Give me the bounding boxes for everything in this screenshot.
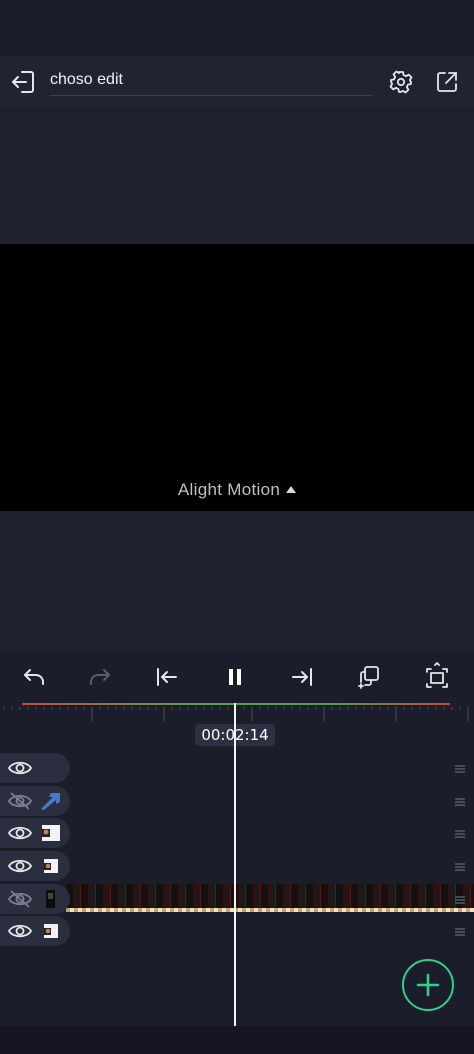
fit-frame-button[interactable] xyxy=(421,661,453,693)
watermark-text: Alight Motion xyxy=(177,480,281,499)
undo-button[interactable] xyxy=(18,661,50,693)
drag-handle-icon[interactable] xyxy=(454,895,466,905)
layer-row[interactable] xyxy=(0,916,70,946)
triangle-up-icon xyxy=(286,486,297,493)
duplicate-button[interactable] xyxy=(353,661,385,693)
share-button[interactable] xyxy=(432,67,462,97)
navigation-bar-area xyxy=(0,1026,474,1054)
image-thumbnail-icon xyxy=(44,859,58,873)
status-bar-area xyxy=(0,0,474,56)
preview-padding-bottom xyxy=(0,511,474,651)
eye-icon[interactable] xyxy=(8,857,32,875)
layer-row[interactable] xyxy=(0,851,70,881)
exit-button[interactable] xyxy=(8,67,38,97)
eye-icon[interactable] xyxy=(8,759,32,777)
drag-handle-icon[interactable] xyxy=(454,829,466,839)
timeline-ruler[interactable] xyxy=(0,703,474,723)
layer-row[interactable] xyxy=(0,753,70,783)
layer-row[interactable] xyxy=(0,884,70,914)
arrow-shape-thumbnail-icon xyxy=(41,793,60,810)
settings-button[interactable] xyxy=(386,67,416,97)
duplicate-icon xyxy=(358,666,379,689)
fit-frame-icon xyxy=(426,662,448,688)
pause-icon xyxy=(229,669,241,685)
drag-handle-icon[interactable] xyxy=(454,927,466,937)
redo-icon xyxy=(90,669,110,685)
redo-button[interactable] xyxy=(84,661,116,693)
preview-canvas[interactable]: Alight Motion xyxy=(0,244,474,511)
eye-icon[interactable] xyxy=(8,824,32,842)
eye-hidden-icon[interactable] xyxy=(8,890,32,908)
eye-icon[interactable] xyxy=(8,922,32,940)
project-title-field[interactable]: choso edit xyxy=(50,66,372,96)
layer-row[interactable] xyxy=(0,818,70,848)
playhead[interactable] xyxy=(234,703,236,1026)
playback-toolbar xyxy=(0,651,474,703)
plus-icon xyxy=(416,973,440,997)
skip-to-start-button[interactable] xyxy=(151,661,183,693)
image-thumbnail-icon xyxy=(44,924,58,938)
video-thumbnail-icon xyxy=(46,890,55,908)
gear-icon xyxy=(389,70,413,94)
skip-to-start-icon xyxy=(157,668,177,686)
watermark[interactable]: Alight Motion xyxy=(0,480,474,500)
share-export-icon xyxy=(437,72,457,92)
eye-hidden-icon[interactable] xyxy=(8,792,32,810)
video-clip-strip[interactable] xyxy=(66,884,474,912)
app-root: choso edit Alight Motion xyxy=(0,0,474,1054)
project-header: choso edit xyxy=(0,56,474,106)
layer-row[interactable] xyxy=(0,786,70,816)
exit-icon xyxy=(12,71,34,93)
undo-icon xyxy=(24,669,44,685)
drag-handle-icon[interactable] xyxy=(454,764,466,774)
drag-handle-icon[interactable] xyxy=(454,862,466,872)
project-title: choso edit xyxy=(50,71,123,88)
drag-handle-icon[interactable] xyxy=(454,797,466,807)
preview-padding-top xyxy=(0,106,474,244)
ruler-ticks xyxy=(3,707,469,721)
pause-button[interactable] xyxy=(219,661,251,693)
add-layer-button[interactable] xyxy=(402,959,454,1011)
image-thumbnail-icon xyxy=(42,825,60,841)
skip-to-end-icon xyxy=(292,668,312,686)
skip-to-end-button[interactable] xyxy=(286,661,318,693)
